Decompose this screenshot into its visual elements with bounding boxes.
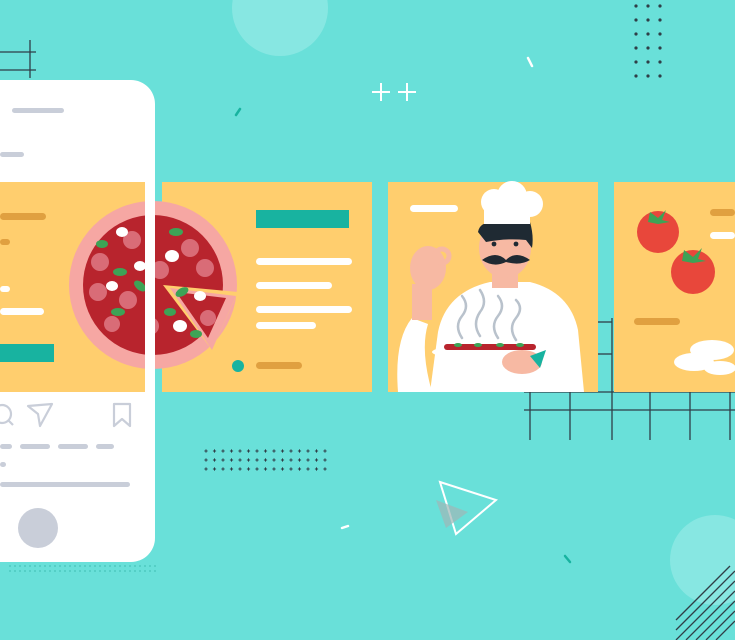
band-dot (24, 565, 26, 567)
band-dot (104, 565, 106, 567)
band-dot (9, 570, 11, 572)
band-dot (104, 570, 106, 572)
band-dot (119, 570, 121, 572)
band-dot (134, 570, 136, 572)
band-dot (24, 570, 26, 572)
band-dot (54, 570, 56, 572)
band-dot (29, 565, 31, 567)
band-dot (64, 570, 66, 572)
illustration-scene (0, 0, 735, 640)
band-dot (59, 570, 61, 572)
dot-band (9, 565, 156, 572)
band-dot (129, 570, 131, 572)
chef-hand-ok (410, 246, 446, 290)
band-dot (59, 565, 61, 567)
bg-blob-top (232, 0, 328, 56)
band-dot (149, 570, 151, 572)
card-2-teal-header (256, 210, 349, 228)
plus-pattern (204, 449, 327, 471)
scene-svg (0, 0, 735, 640)
band-dot (39, 570, 41, 572)
band-dot (14, 565, 16, 567)
band-dot (114, 570, 116, 572)
band-dot (69, 570, 71, 572)
band-dot (124, 570, 126, 572)
band-dot (109, 570, 111, 572)
band-dot (69, 565, 71, 567)
band-dot (79, 565, 81, 567)
band-dot (34, 565, 36, 567)
grid-lines-top-left (0, 40, 36, 78)
band-dot (19, 565, 21, 567)
band-dot (54, 565, 56, 567)
band-dot (124, 565, 126, 567)
phone-speaker (12, 108, 64, 113)
band-dot (9, 565, 11, 567)
band-dot (129, 565, 131, 567)
band-dot (114, 565, 116, 567)
phone-home-button[interactable] (18, 508, 58, 548)
band-dot (74, 570, 76, 572)
dot-grid-top-right (634, 4, 662, 78)
band-dot (64, 565, 66, 567)
band-dot (99, 565, 101, 567)
band-dot (139, 570, 141, 572)
band-dot (79, 570, 81, 572)
band-dot (34, 570, 36, 572)
band-dot (139, 565, 141, 567)
band-dot (119, 565, 121, 567)
band-dot (149, 565, 151, 567)
band-dot (49, 565, 51, 567)
card-4 (614, 182, 735, 392)
band-dot (134, 565, 136, 567)
band-dot (89, 565, 91, 567)
band-dot (44, 565, 46, 567)
plus-signs (372, 83, 416, 101)
card-2-dot (232, 360, 244, 372)
band-dot (109, 565, 111, 567)
band-dot (89, 570, 91, 572)
band-dot (44, 570, 46, 572)
band-dot (14, 570, 16, 572)
band-dot (99, 570, 101, 572)
band-dot (74, 565, 76, 567)
band-dot (154, 565, 156, 567)
band-dot (94, 565, 96, 567)
band-dot (84, 565, 86, 567)
band-dot (144, 565, 146, 567)
band-dot (94, 570, 96, 572)
band-dot (84, 570, 86, 572)
band-dot (144, 570, 146, 572)
band-dot (49, 570, 51, 572)
band-dot (154, 570, 156, 572)
band-dot (29, 570, 31, 572)
band-dot (39, 565, 41, 567)
band-dot (19, 570, 21, 572)
